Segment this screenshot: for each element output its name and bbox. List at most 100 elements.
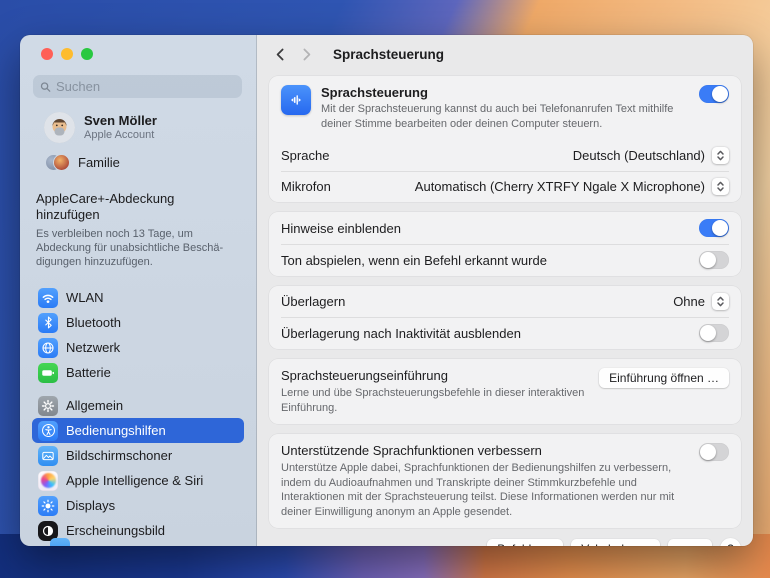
sidebar-item-wlan[interactable]: WLAN [32,285,244,310]
accessibility-icon [38,420,58,441]
sidebar-item-batterie[interactable]: Batterie [32,360,244,385]
close-button[interactable] [41,48,53,60]
sidebar-item-apple-intelligence-siri[interactable]: Apple Intelligence & Siri [32,468,244,493]
voice-control-icon [281,85,311,115]
sidebar-item-label: Netzwerk [66,340,121,356]
microphone-value: Automatisch (Cherry XTRFY Ngale X Microp… [414,179,705,195]
minimize-button[interactable] [61,48,73,60]
improve-speech-title: Unterstützende Sprachfunktionen verbesse… [281,443,542,459]
sidebar-item-bildschirmschoner[interactable]: Bildschirmschoner [32,443,244,468]
wifi-icon [38,287,58,308]
sidebar-item-label: Allgemein [66,398,124,414]
voice-control-title: Sprachsteuerung [321,85,428,100]
sidebar-item-displays[interactable]: Displays [32,493,244,518]
commands-button[interactable]: Befehle … [487,538,564,546]
main-pane: Sprachsteuerung Sprachsteuerung Mit der … [257,35,753,546]
card-improve-speech: Unterstützende Sprachfunktionen verbesse… [269,434,741,529]
footer-actions: Befehle … Vokabular … ⋯ ? [269,538,741,546]
partial-icon [50,537,70,546]
overlay-value: Ohne [673,294,705,310]
sound-row: Ton abspielen, wenn ein Befehl erkannt w… [269,244,741,276]
overlay-hide-toggle[interactable] [699,324,729,343]
card-overlay: Überlagern Ohne Überlagerung nach Inakti… [269,286,741,350]
overlay-label: Überlagern [281,294,346,310]
screensaver-icon [38,445,58,466]
tutorial-title: Sprachsteuerungseinführung [281,368,448,384]
card-tutorial: Sprachsteuerungseinführung Lerne und übe… [269,359,741,425]
sidebar-group-connectivity: WLAN Bluetooth Netzwerk Batterie [20,285,256,385]
sidebar-item-label: Displays [66,498,116,514]
overlay-row: Überlagern Ohne [269,286,741,317]
applecare-banner[interactable]: AppleCare+-Abdeckung hinzufügen Es verbl… [20,181,256,277]
family-label: Familie [78,155,120,170]
zoom-button[interactable] [81,48,93,60]
card-voice-control: Sprachsteuerung Mit der Sprachsteuerung … [269,76,741,203]
card-feedback: Hinweise einblenden Ton abspielen, wenn … [269,212,741,277]
microphone-row: Mikrofon Automatisch (Cherry XTRFY Ngale… [269,171,741,202]
search-icon [40,81,51,92]
hints-label: Hinweise einblenden [281,220,401,236]
more-options-button[interactable]: ⋯ [668,538,712,546]
sidebar-item-label: Bildschirmschoner [66,448,173,464]
sun-icon [38,495,58,516]
applecare-title: AppleCare+-Abdeckung hinzufügen [36,191,175,223]
microphone-label: Mikrofon [281,179,331,195]
profile-account: Apple Account [84,128,155,141]
sidebar-item-family[interactable]: Familie [20,149,256,181]
page-title: Sprachsteuerung [333,46,445,62]
language-value: Deutsch (Deutschland) [572,148,705,164]
sidebar-item-label: Bedienungshilfen [66,423,166,439]
sound-toggle[interactable] [699,251,729,270]
sidebar-item-label: Batterie [66,365,111,381]
search-input[interactable] [56,79,235,94]
applecare-body: Es verbleiben noch 13 Tage, um Abdeckung… [36,227,224,269]
sidebar-item-label: WLAN [66,290,104,306]
voice-control-description: Mit der Sprachsteuerung kannst du auch b… [321,103,674,130]
vocabulary-button[interactable]: Vokabular … [571,538,660,546]
back-button[interactable] [269,43,291,65]
sidebar-item-netzwerk[interactable]: Netzwerk [32,335,244,360]
gear-icon [38,395,58,416]
open-tutorial-button[interactable]: Einführung öffnen … [599,368,729,389]
sidebar-item-partial[interactable] [44,535,76,546]
globe-icon [38,337,58,358]
battery-icon [38,362,58,383]
language-select[interactable] [712,147,729,165]
sidebar-item-label: Erscheinungsbild [66,523,166,539]
improve-speech-toggle[interactable] [699,443,729,462]
hints-toggle[interactable] [699,219,729,238]
siri-icon [38,470,58,491]
help-button[interactable]: ? [720,538,741,546]
language-row: Sprache Deutsch (Deutschland) [269,140,741,171]
family-avatars-icon [46,154,70,171]
bluetooth-icon [38,312,58,333]
overlay-hide-label: Überlagerung nach Inaktivität ausblenden [281,325,521,341]
tutorial-description: Lerne und übe Sprachsteuerungsbefehle in… [281,387,585,414]
hints-row: Hinweise einblenden [269,212,741,244]
sidebar-item-bluetooth[interactable]: Bluetooth [32,310,244,335]
microphone-select[interactable] [712,178,729,196]
improve-speech-description: Unterstütze Apple dabei, Sprachfunktione… [281,462,675,518]
more-options-label: ⋯ [678,542,690,546]
tutorial-row: Sprachsteuerungseinführung Lerne und übe… [269,359,741,424]
sidebar-item-label: Apple Intelligence & Siri [66,473,204,489]
overlay-select[interactable] [712,293,729,311]
sidebar-item-bedienungshilfen[interactable]: Bedienungshilfen [32,418,244,444]
voice-control-toggle[interactable] [699,85,729,103]
search-field[interactable] [33,75,242,98]
sidebar: Sven Möller Apple Account Familie AppleC… [20,35,257,546]
sidebar-item-allgemein[interactable]: Allgemein [32,393,244,418]
sound-label: Ton abspielen, wenn ein Befehl erkannt w… [281,252,547,268]
system-settings-window: Sven Möller Apple Account Familie AppleC… [20,35,753,546]
profile-name: Sven Möller [84,113,157,129]
sidebar-item-label: Bluetooth [66,315,121,331]
profile-row[interactable]: Sven Möller Apple Account [20,98,256,149]
forward-button[interactable] [295,43,317,65]
avatar [44,112,75,143]
voice-control-row: Sprachsteuerung Mit der Sprachsteuerung … [269,76,741,140]
main-header: Sprachsteuerung [257,35,753,73]
overlay-hide-row: Überlagerung nach Inaktivität ausblenden [269,317,741,349]
language-label: Sprache [281,148,330,164]
window-controls [20,48,256,60]
sidebar-group-system: Allgemein Bedienungshilfen Bildschirmsch… [20,393,256,546]
